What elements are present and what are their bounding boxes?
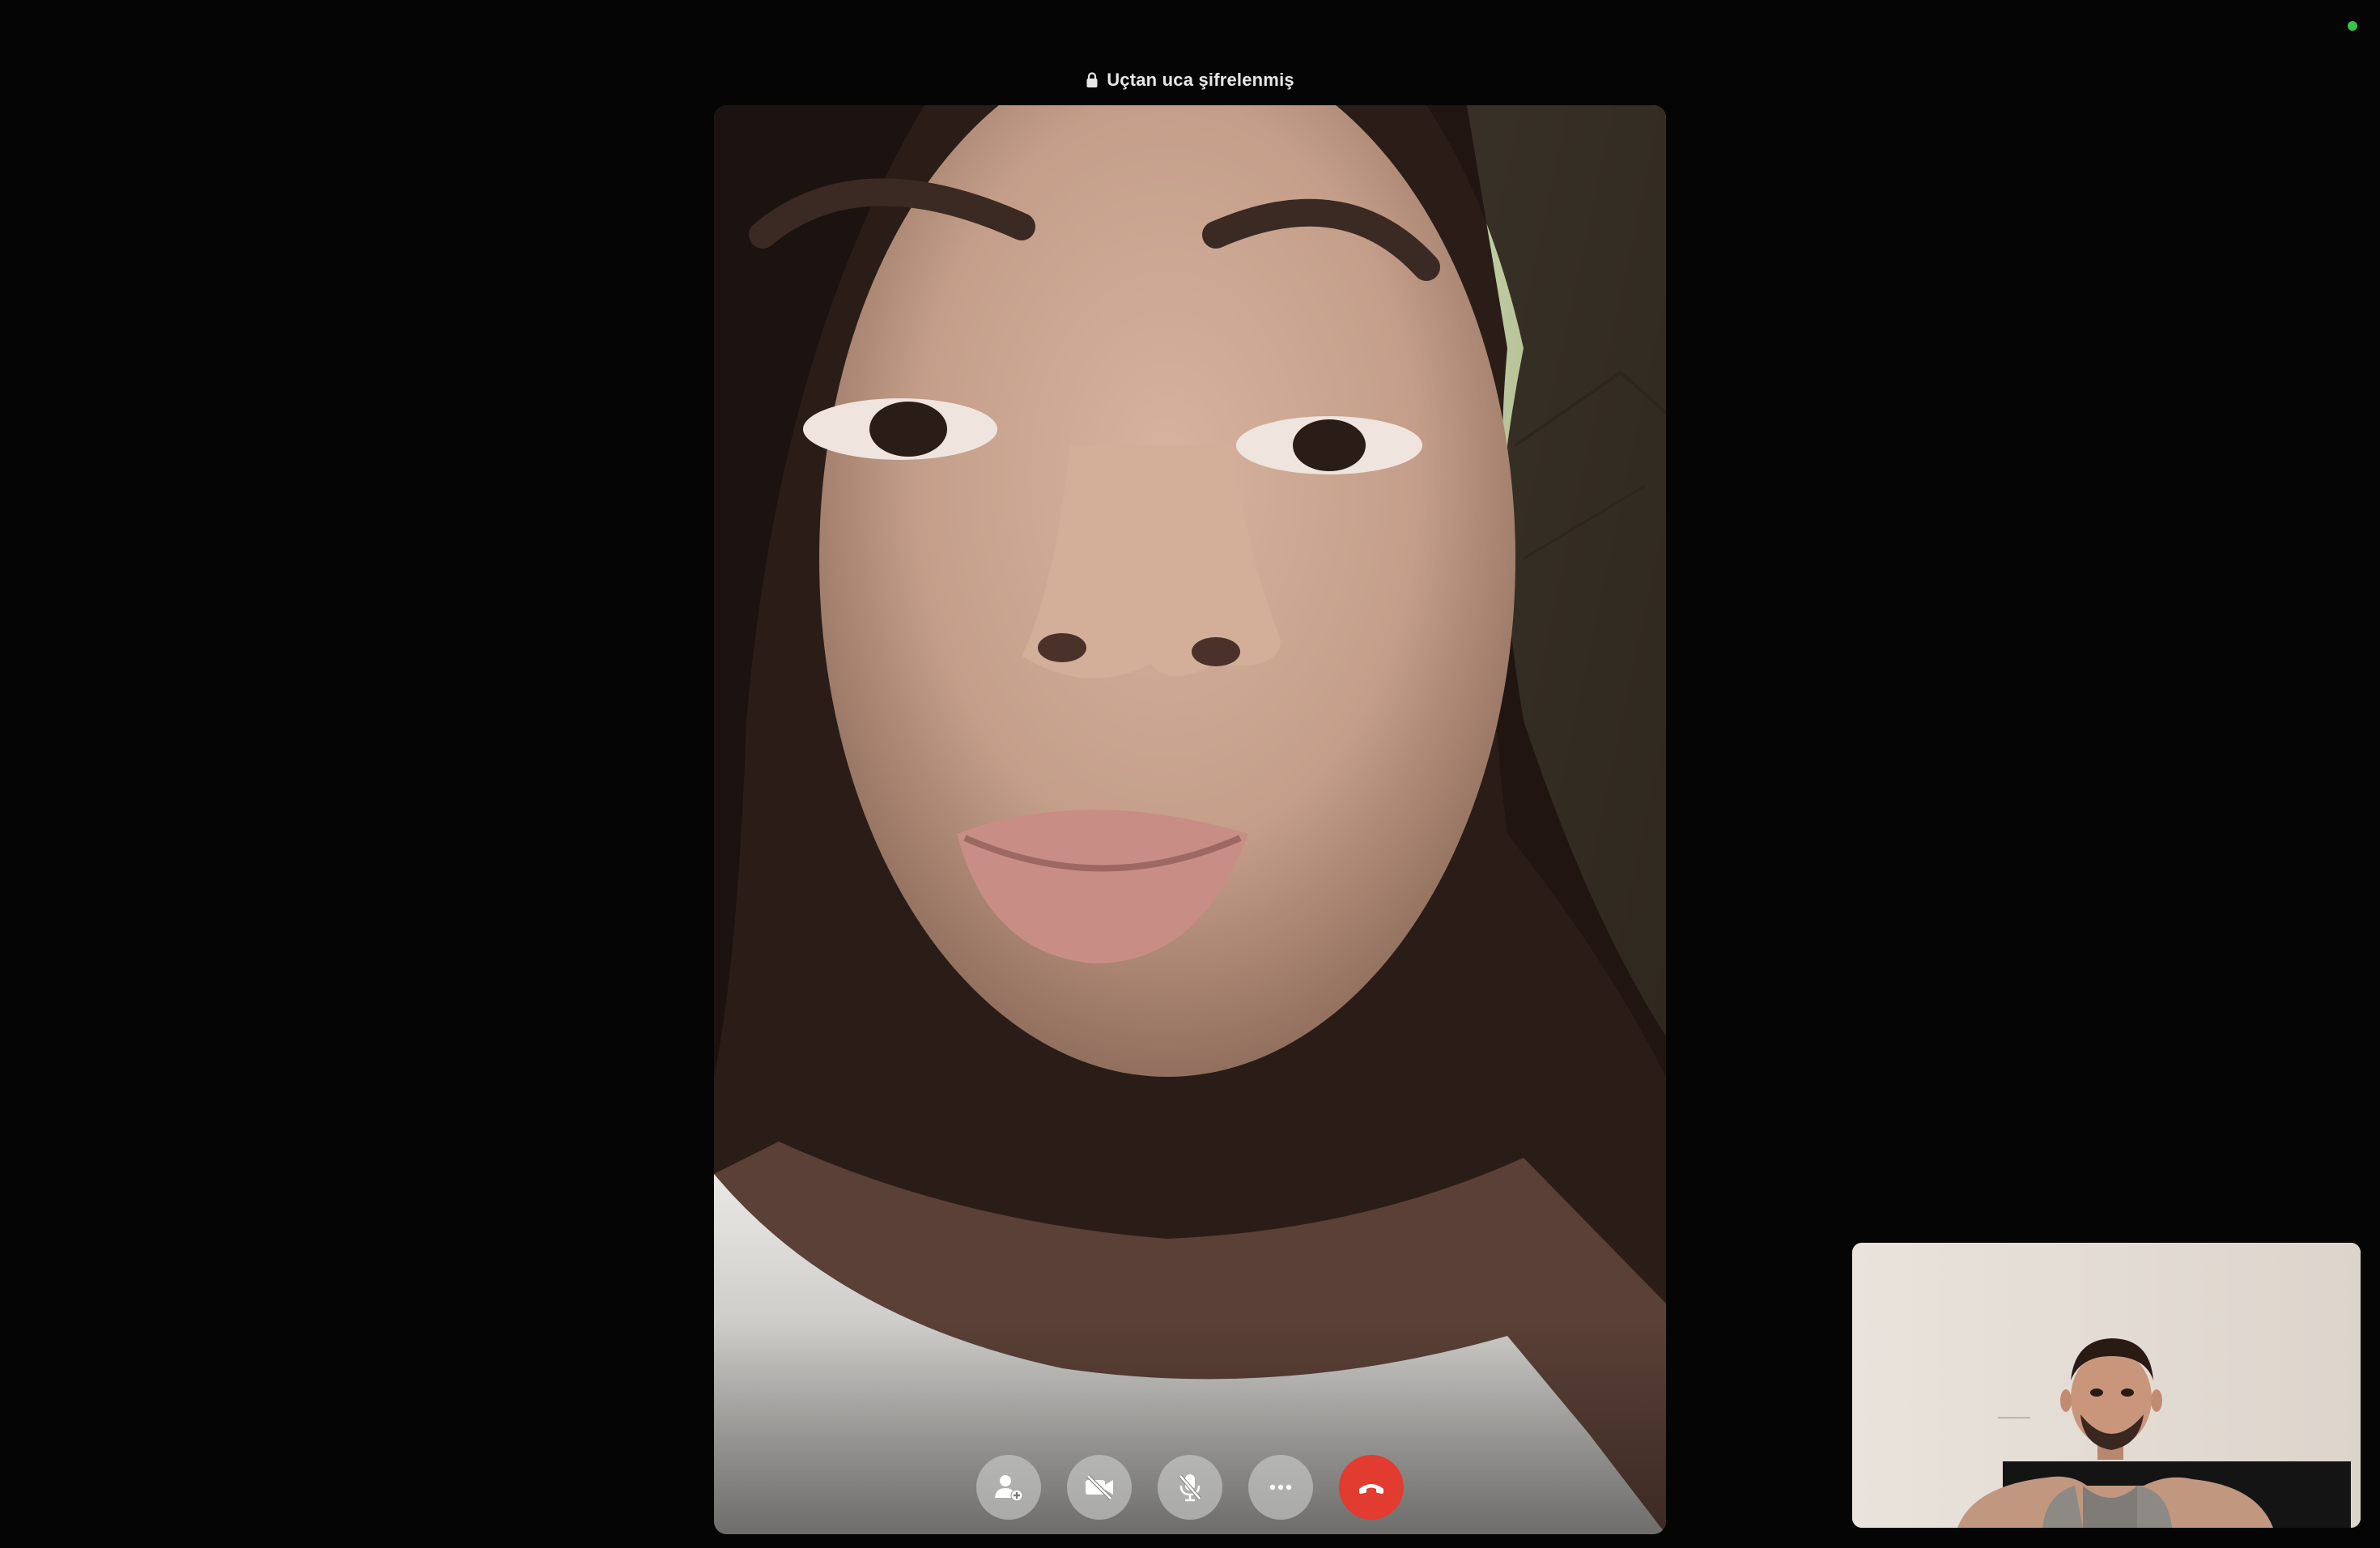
remote-video-feed[interactable] [714, 105, 1666, 1534]
self-view-preview[interactable] [1852, 1243, 2361, 1528]
add-person-button[interactable] [976, 1455, 1041, 1520]
self-camera-video [1852, 1243, 2361, 1528]
camera-active-indicator [2348, 21, 2357, 31]
camera-toggle-button[interactable] [1067, 1455, 1132, 1520]
video-call-window: Uçtan uca şifrelenmiş [0, 0, 2380, 1548]
end-call-button[interactable] [1339, 1455, 1404, 1520]
mic-off-icon [1179, 1474, 1201, 1502]
video-off-icon [1086, 1474, 1113, 1500]
hang-up-icon [1359, 1484, 1383, 1494]
more-options-button[interactable] [1248, 1455, 1313, 1520]
ellipsis-icon [1269, 1484, 1292, 1491]
encryption-status: Uçtan uca şifrelenmiş [0, 70, 2380, 91]
remote-participant-video [714, 105, 1666, 1534]
lock-icon [1086, 72, 1098, 87]
add-person-icon [995, 1475, 1023, 1502]
mute-button[interactable] [1158, 1455, 1222, 1520]
encryption-label: Uçtan uca şifrelenmiş [1107, 70, 1294, 90]
call-controls-bar [714, 1455, 1666, 1520]
